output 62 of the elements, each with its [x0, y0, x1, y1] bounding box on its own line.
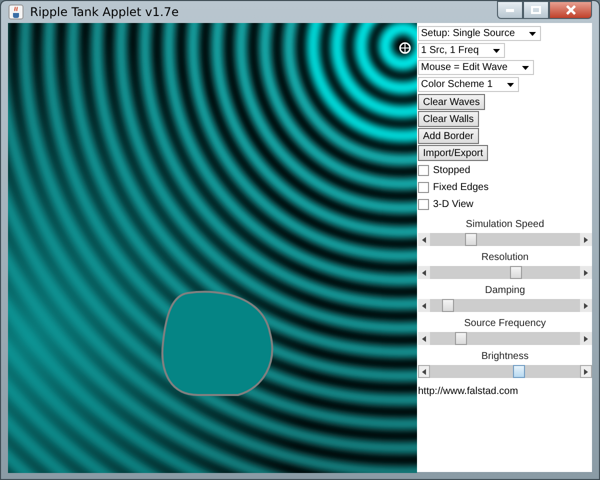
- scrollbar[interactable]: [418, 233, 592, 246]
- right-arrow-icon: [584, 368, 588, 374]
- dropdown[interactable]: Setup: Single Source: [418, 26, 541, 41]
- checkbox[interactable]: [418, 165, 429, 176]
- window-title: Ripple Tank Applet v1.7e: [30, 5, 179, 19]
- checkbox[interactable]: [418, 199, 429, 210]
- left-arrow-button[interactable]: [418, 299, 430, 312]
- minimize-icon: [506, 8, 514, 12]
- slider-label: Damping: [484, 285, 526, 296]
- action-button[interactable]: Import/Export: [418, 145, 488, 161]
- checkbox-label: Fixed Edges: [433, 182, 489, 193]
- scrollbar-thumb[interactable]: [442, 299, 454, 312]
- maximize-button[interactable]: [523, 1, 549, 19]
- scrollbar-thumb[interactable]: [464, 233, 476, 246]
- scrollbar-thumb[interactable]: [512, 365, 525, 378]
- dropdown[interactable]: 1 Src, 1 Freq: [418, 43, 505, 58]
- slider-label: Simulation Speed: [466, 219, 544, 230]
- right-arrow-button[interactable]: [580, 332, 592, 345]
- left-arrow-icon: [422, 302, 426, 308]
- dropdown[interactable]: Color Scheme 1: [418, 77, 519, 92]
- checkbox-label: 3-D View: [433, 199, 474, 210]
- left-arrow-icon: [422, 270, 426, 276]
- action-button[interactable]: Clear Walls: [418, 111, 479, 127]
- left-arrow-button[interactable]: [418, 365, 430, 378]
- right-arrow-icon: [584, 336, 588, 342]
- scrollbar[interactable]: [418, 365, 592, 378]
- right-arrow-button[interactable]: [580, 365, 592, 378]
- left-arrow-button[interactable]: [418, 332, 430, 345]
- caret-icon: [492, 48, 500, 52]
- scrollbar-thumb[interactable]: [454, 332, 467, 345]
- right-arrow-icon: [584, 236, 588, 242]
- scrollbar-thumb[interactable]: [510, 266, 522, 279]
- dropdown[interactable]: Mouse = Edit Wave: [418, 60, 534, 75]
- scrollbar[interactable]: [418, 266, 592, 279]
- scrollbar[interactable]: [418, 299, 592, 312]
- left-arrow-button[interactable]: [418, 233, 430, 246]
- close-icon: [566, 5, 576, 15]
- cup-icon: [8, 4, 24, 20]
- caret-icon: [528, 32, 536, 36]
- left-arrow-icon: [422, 368, 426, 374]
- right-arrow-button[interactable]: [580, 299, 592, 312]
- left-arrow-icon: [422, 236, 426, 242]
- caret-icon: [522, 66, 529, 70]
- caret-icon: [506, 82, 514, 86]
- slider-label: Brightness: [481, 351, 529, 362]
- right-arrow-button[interactable]: [580, 233, 592, 246]
- minimize-button[interactable]: [497, 1, 523, 19]
- right-arrow-button[interactable]: [580, 266, 592, 279]
- right-arrow-icon: [584, 302, 588, 308]
- left-arrow-icon: [422, 336, 426, 342]
- left-arrow-button[interactable]: [418, 266, 430, 279]
- right-arrow-icon: [584, 270, 588, 276]
- checkbox-label: Stopped: [433, 165, 470, 176]
- close-button[interactable]: [549, 1, 592, 19]
- maximize-icon: [531, 6, 541, 14]
- action-button[interactable]: Add Border: [418, 128, 479, 144]
- slider-label: Source Frequency: [464, 318, 546, 329]
- action-button[interactable]: Clear Waves: [418, 94, 485, 110]
- slider-label: Resolution: [481, 252, 529, 263]
- website-link[interactable]: http://www.falstad.com: [418, 386, 592, 397]
- checkbox[interactable]: [418, 182, 429, 193]
- scrollbar[interactable]: [418, 332, 592, 345]
